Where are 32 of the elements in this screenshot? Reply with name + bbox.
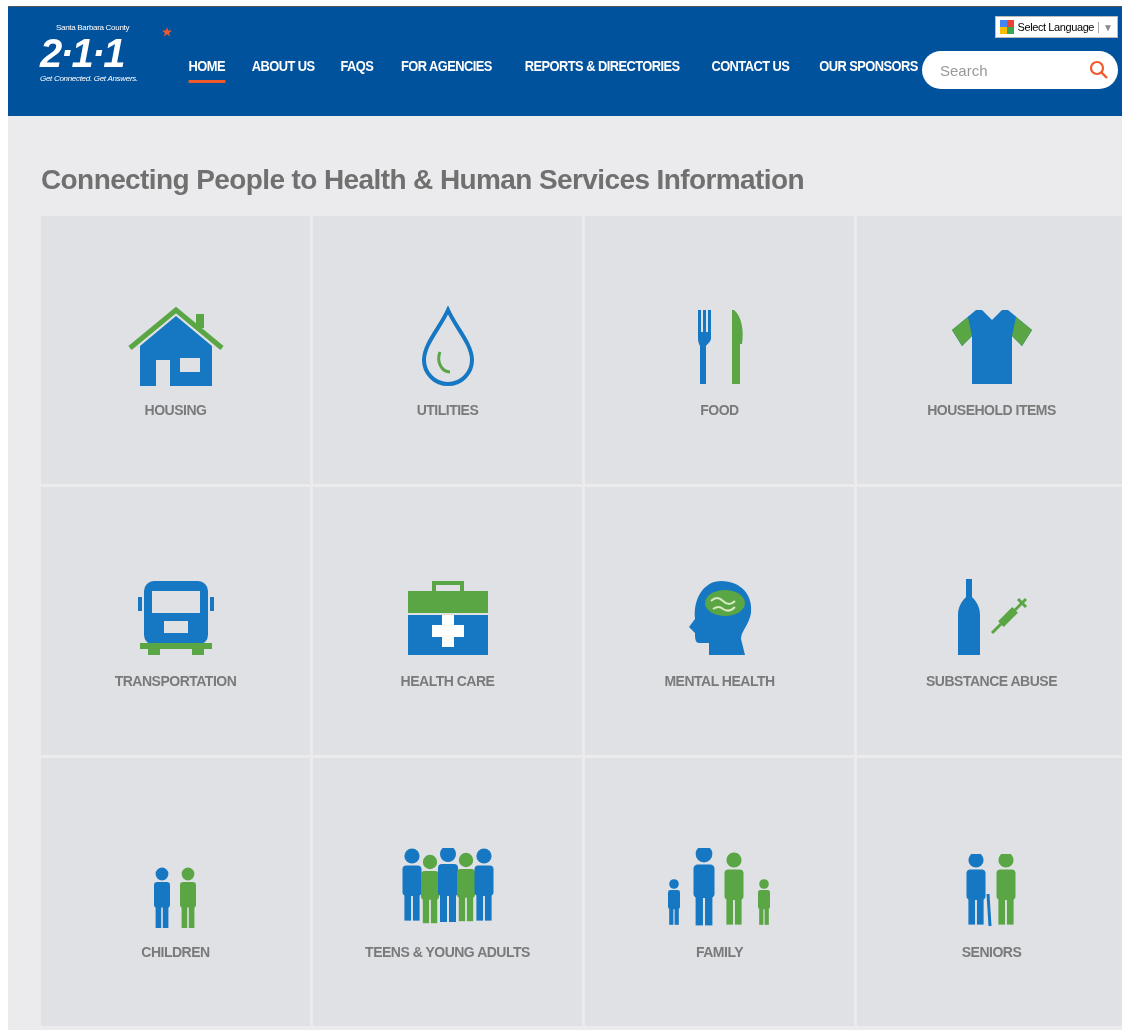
category-tile[interactable]: FOOD [585, 216, 854, 484]
logo-county-text: Santa Barbara County [56, 23, 131, 32]
category-tile[interactable]: SUBSTANCE ABUSE [857, 487, 1122, 755]
category-tile[interactable]: CHILDREN [41, 758, 310, 1026]
category-tile[interactable]: HOUSEHOLD ITEMS [857, 216, 1122, 484]
page-heading: Connecting People to Health & Human Services Information [41, 164, 805, 196]
nav-link[interactable]: REPORTS & DIRECTORIES [524, 52, 680, 83]
nav-link[interactable]: OUR SPONSORS [819, 52, 918, 83]
search-icon[interactable] [1089, 60, 1109, 80]
translate-icon [999, 20, 1014, 34]
category-tile[interactable]: FAMILY [585, 758, 854, 1026]
language-select[interactable]: Select Language ▼ [994, 16, 1118, 38]
category-tile[interactable]: TRANSPORTATION [41, 487, 310, 755]
language-label: Select Language [1017, 21, 1095, 33]
category-tile[interactable]: TEENS & YOUNG ADULTS [313, 758, 582, 1026]
nav-link[interactable]: ABOUT US [251, 52, 315, 83]
nav-link[interactable]: FOR AGENCIES [400, 52, 492, 83]
category-tile[interactable]: SENIORS [857, 758, 1122, 1026]
logo[interactable]: Santa Barbara County 2·1·1 Get Connected. Get Answers. [40, 23, 156, 116]
category-tile[interactable]: MENTAL HEALTH [585, 487, 854, 755]
star-icon [162, 27, 172, 37]
nav-link[interactable]: HOME [188, 52, 226, 83]
nav-link[interactable]: FAQS [340, 52, 374, 83]
nav-link[interactable]: CONTACT US [711, 52, 790, 83]
water-drop-icon [419, 306, 476, 386]
category-tile[interactable]: UTILITIES [313, 216, 582, 484]
house-icon [127, 306, 224, 386]
logo-number: 2·1·1 [40, 32, 124, 74]
category-tile[interactable]: HOUSING [41, 216, 310, 484]
category-tile[interactable]: HEALTH CARE [313, 487, 582, 755]
logo-tagline: Get Connected. Get Answers. [40, 74, 139, 83]
search-field[interactable]: Search [922, 51, 1118, 89]
